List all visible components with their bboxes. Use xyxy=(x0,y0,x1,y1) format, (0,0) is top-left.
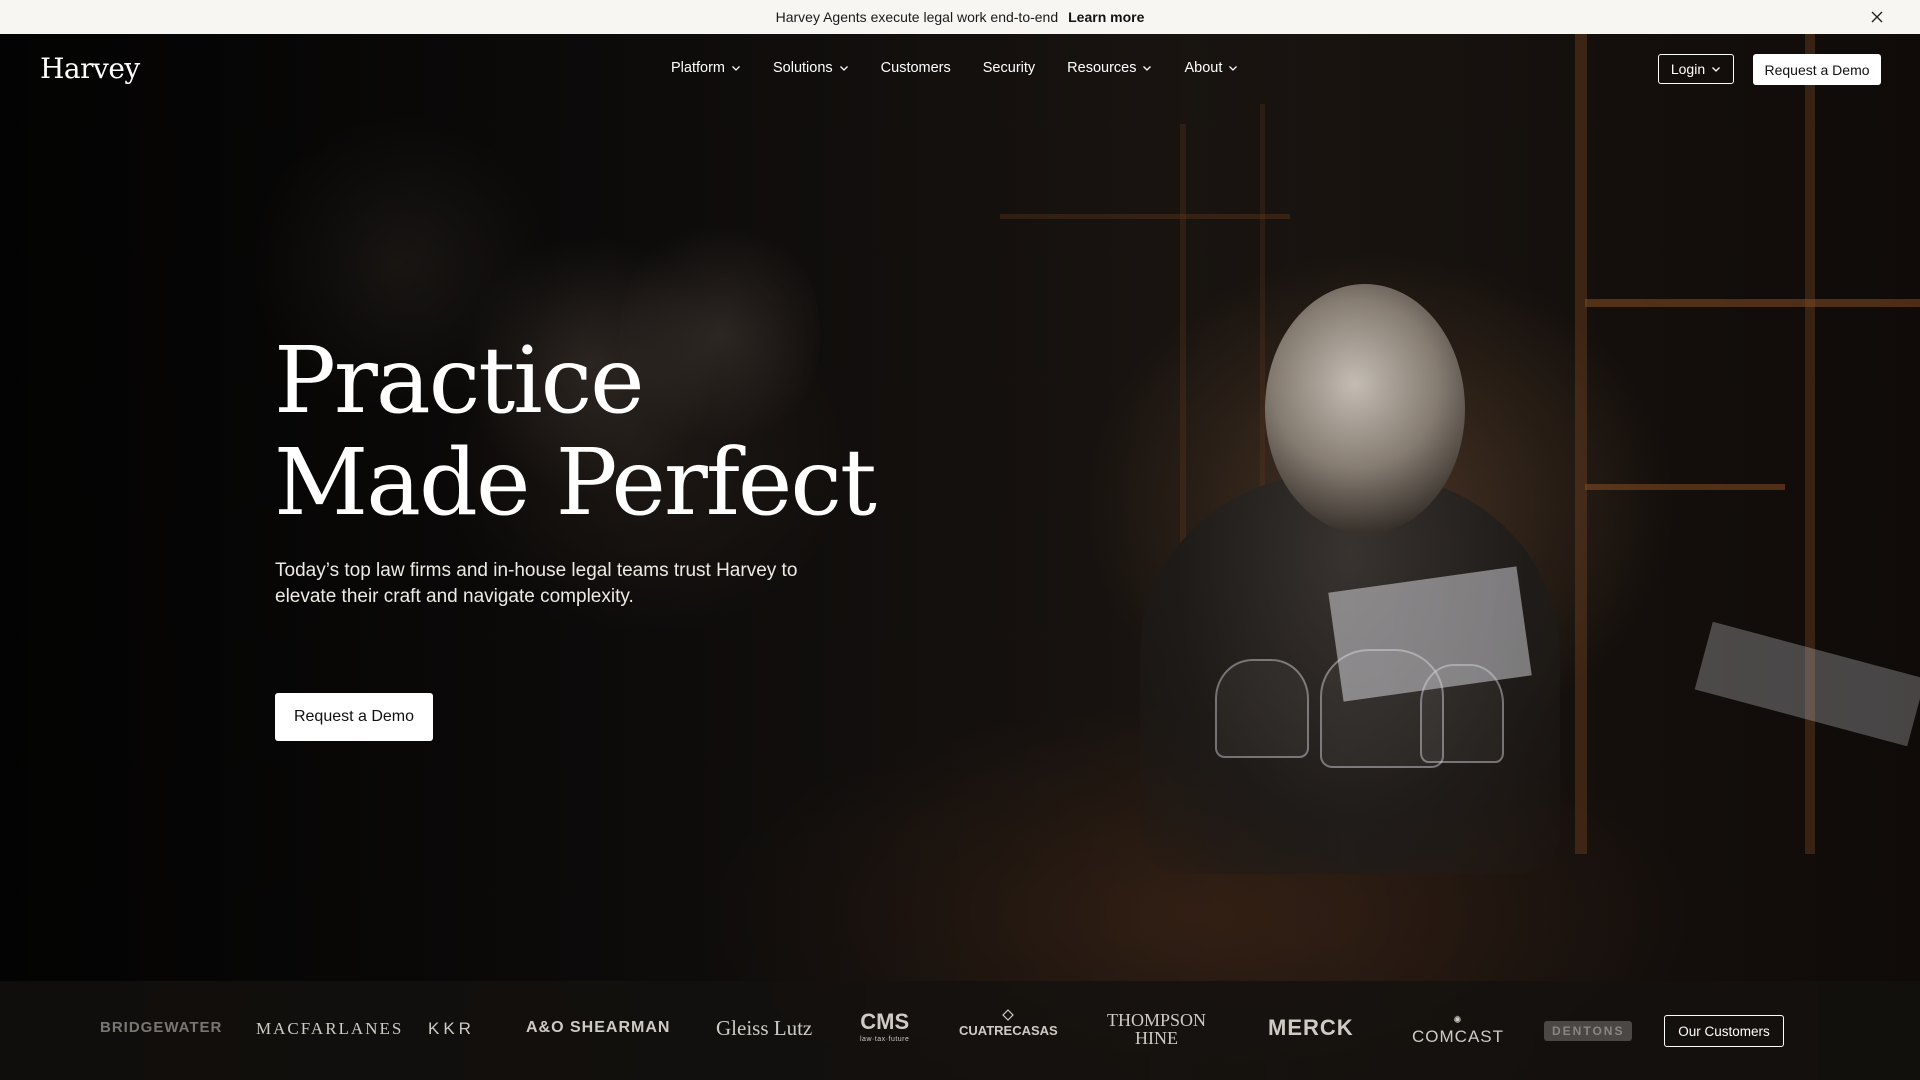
login-label: Login xyxy=(1670,61,1706,77)
logo-thompson-hine: THOMPSON HINE xyxy=(1107,1011,1206,1047)
hero-headline: Practice Made Perfect xyxy=(274,327,877,536)
nav-label-security: Security xyxy=(982,60,1036,76)
logo-bridgewater: BRIDGEWATER xyxy=(100,1019,223,1036)
nav-item-resources[interactable]: Resources xyxy=(1067,60,1152,76)
logo-gleiss-lutz: Gleiss Lutz xyxy=(716,1016,813,1040)
headline-line-1: Practice xyxy=(274,327,645,434)
logo-kkr: KKR xyxy=(428,1019,475,1038)
nav-item-about[interactable]: About xyxy=(1184,60,1238,76)
chevron-down-icon xyxy=(1229,66,1238,71)
nav-item-platform[interactable]: Platform xyxy=(671,60,741,76)
logo-macfarlanes: MACFARLANES xyxy=(256,1019,404,1038)
announcement-bar: Harvey Agents execute legal work end-to-… xyxy=(0,0,1920,34)
customer-logo-strip: BRIDGEWATER MACFARLANES KKR A&O SHEARMAN… xyxy=(0,981,1920,1080)
chevron-down-icon xyxy=(732,66,740,71)
chevron-down-icon xyxy=(1143,66,1152,71)
headline-line-2: Made Perfect xyxy=(274,429,877,536)
logo-cms: CMS law·tax·future xyxy=(860,1011,910,1049)
nav-item-customers[interactable]: Customers xyxy=(881,60,951,76)
logo-cms-tagline: law·tax·future xyxy=(860,1036,910,1043)
harvey-logo[interactable]: Harvey xyxy=(40,52,140,85)
request-demo-button-nav[interactable]: Request a Demo xyxy=(1753,54,1881,85)
nav-label-resources: Resources xyxy=(1067,60,1137,76)
hero-subtitle: Today’s top law firms and in-house legal… xyxy=(275,560,798,607)
logo-ao-shearman: A&O SHEARMAN xyxy=(526,1019,671,1036)
chevron-down-icon xyxy=(1712,67,1721,72)
request-demo-button-hero[interactable]: Request a Demo xyxy=(275,693,433,741)
logo-cuatrecasas-text: CUATRECASAS xyxy=(959,1023,1058,1038)
announcement-text: Harvey Agents execute legal work end-to-… xyxy=(775,9,1059,25)
nav-label-solutions: Solutions xyxy=(773,60,833,76)
nav-label-customers: Customers xyxy=(880,60,951,76)
top-nav: Harvey Platform Solutions Customers Secu… xyxy=(0,34,1920,104)
logo-cuatrecasas: CUATRECASAS xyxy=(959,1009,1058,1038)
cuatrecasas-mark-icon xyxy=(1002,1009,1015,1021)
nav-item-security[interactable]: Security xyxy=(983,60,1035,76)
chevron-down-icon xyxy=(839,66,848,71)
logo-thompson-line-2: HINE xyxy=(1135,1028,1179,1048)
our-customers-button[interactable]: Our Customers xyxy=(1664,1015,1784,1047)
main-menu: Platform Solutions Customers Security Re… xyxy=(671,60,1238,76)
nav-item-solutions[interactable]: Solutions xyxy=(773,60,849,76)
logo-merck: MERCK xyxy=(1268,1015,1354,1040)
nav-label-about: About xyxy=(1184,60,1223,76)
logo-comcast: ✺ COMCAST xyxy=(1412,1013,1504,1045)
logo-thompson-line-1: THOMPSON xyxy=(1107,1010,1207,1030)
logo-comcast-text: COMCAST xyxy=(1412,1027,1504,1046)
hero-background-image xyxy=(0,34,1920,1080)
close-icon[interactable] xyxy=(1868,8,1886,26)
learn-more-link[interactable]: Learn more xyxy=(1068,9,1144,25)
login-button[interactable]: Login xyxy=(1658,54,1734,84)
nav-label-platform: Platform xyxy=(671,60,725,76)
logo-dentons: DENTONS xyxy=(1544,1021,1633,1041)
